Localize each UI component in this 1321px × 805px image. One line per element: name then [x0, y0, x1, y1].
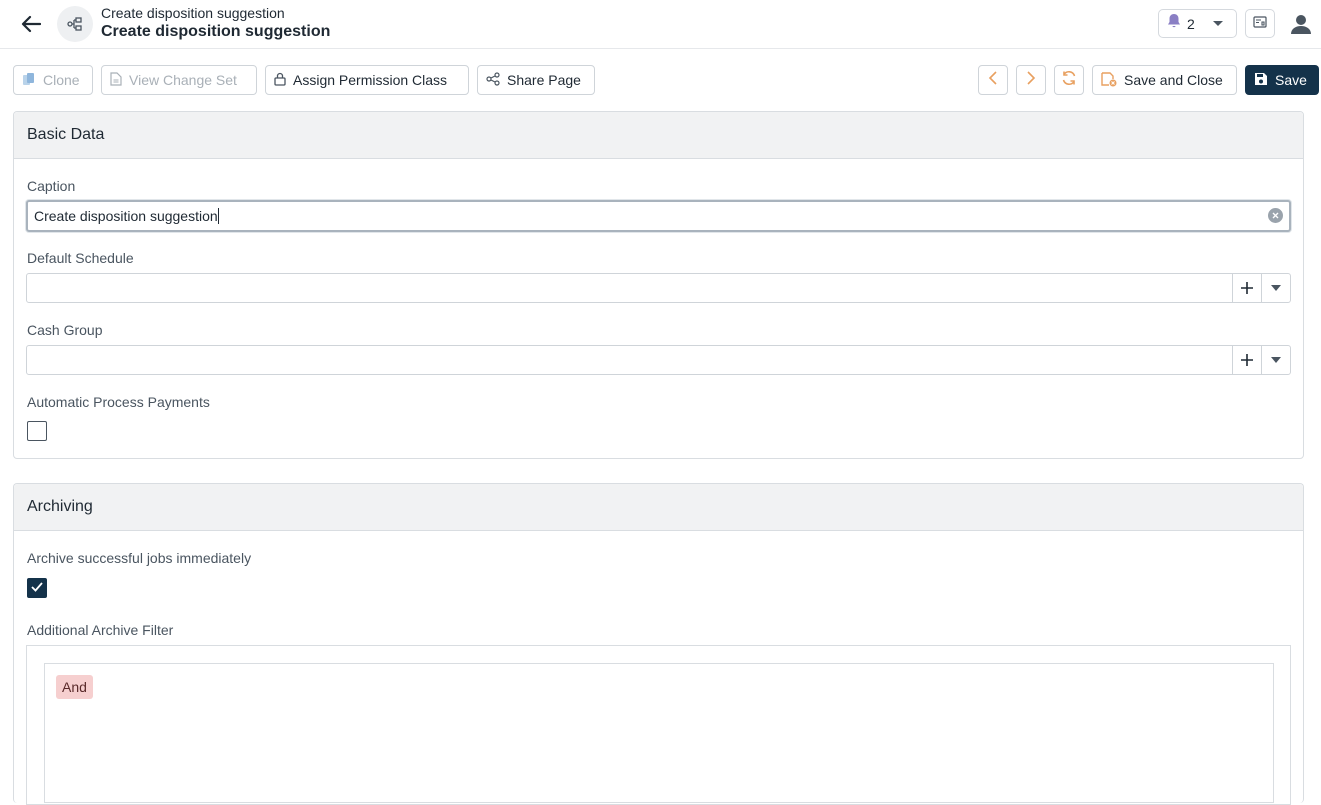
basic-data-heading: Basic Data: [14, 112, 1303, 159]
copy-icon: [22, 72, 36, 89]
automatic-process-payments-checkbox[interactable]: [27, 421, 47, 441]
page-subtitle: Create disposition suggestion: [101, 5, 285, 21]
share-page-button[interactable]: Share Page: [477, 65, 595, 95]
filter-operator-chip[interactable]: And: [56, 675, 93, 699]
archive-immediately-label: Archive successful jobs immediately: [27, 550, 252, 566]
previous-button[interactable]: [978, 65, 1008, 95]
id-card-icon: [1253, 15, 1267, 33]
id-card-button[interactable]: [1245, 9, 1275, 38]
share-page-label: Share Page: [507, 72, 581, 88]
save-and-close-label: Save and Close: [1124, 72, 1223, 88]
archiving-heading: Archiving: [14, 484, 1303, 531]
document-icon: [110, 71, 122, 89]
page-title: Create disposition suggestion: [101, 23, 331, 40]
save-close-icon: [1101, 71, 1117, 90]
view-change-set-label: View Change Set: [129, 72, 237, 88]
clone-label: Clone: [43, 72, 80, 88]
chevron-left-icon: [988, 70, 998, 90]
chevron-right-icon: [1026, 70, 1036, 90]
default-schedule-label: Default Schedule: [27, 250, 134, 266]
plus-icon[interactable]: [1232, 346, 1261, 374]
refresh-button[interactable]: [1054, 65, 1084, 95]
view-change-set-button[interactable]: View Change Set: [101, 65, 257, 95]
cash-group-field[interactable]: [26, 345, 1291, 375]
clear-icon[interactable]: [1268, 208, 1283, 223]
automatic-process-payments-label: Automatic Process Payments: [27, 394, 210, 410]
cash-group-label: Cash Group: [27, 322, 103, 338]
chevron-down-icon: [1212, 21, 1223, 26]
checkmark-icon: [31, 579, 43, 597]
notification-count: 2: [1187, 15, 1195, 32]
user-icon[interactable]: [1288, 11, 1314, 37]
notifications-button[interactable]: 2: [1158, 9, 1237, 38]
save-button[interactable]: Save: [1245, 65, 1319, 95]
plus-icon[interactable]: [1232, 274, 1261, 302]
bell-icon: [1167, 13, 1181, 34]
additional-archive-filter-label: Additional Archive Filter: [27, 622, 174, 638]
page-titles: Create disposition suggestion Create dis…: [101, 5, 330, 42]
caption-value: Create disposition suggestion: [34, 208, 219, 224]
filter-group: And: [44, 663, 1274, 803]
app-header: Create disposition suggestion Create dis…: [0, 0, 1321, 49]
save-icon: [1254, 72, 1268, 89]
refresh-icon: [1061, 70, 1077, 91]
default-schedule-field[interactable]: [26, 273, 1291, 303]
share-icon: [486, 71, 500, 89]
save-label: Save: [1275, 72, 1307, 88]
caption-field[interactable]: Create disposition suggestion: [26, 200, 1291, 232]
archive-filter-editor: And: [26, 645, 1291, 805]
chevron-down-icon[interactable]: [1261, 274, 1290, 302]
next-button[interactable]: [1016, 65, 1046, 95]
lock-icon: [274, 72, 286, 89]
save-and-close-button[interactable]: Save and Close: [1092, 65, 1237, 95]
assign-permission-class-label: Assign Permission Class: [293, 72, 448, 88]
back-arrow-icon[interactable]: [19, 12, 43, 36]
assign-permission-class-button[interactable]: Assign Permission Class: [265, 65, 469, 95]
clone-button[interactable]: Clone: [13, 65, 93, 95]
archive-immediately-checkbox[interactable]: [27, 578, 47, 598]
workflow-icon: [57, 6, 93, 42]
chevron-down-icon[interactable]: [1261, 346, 1290, 374]
caption-label: Caption: [27, 178, 76, 194]
